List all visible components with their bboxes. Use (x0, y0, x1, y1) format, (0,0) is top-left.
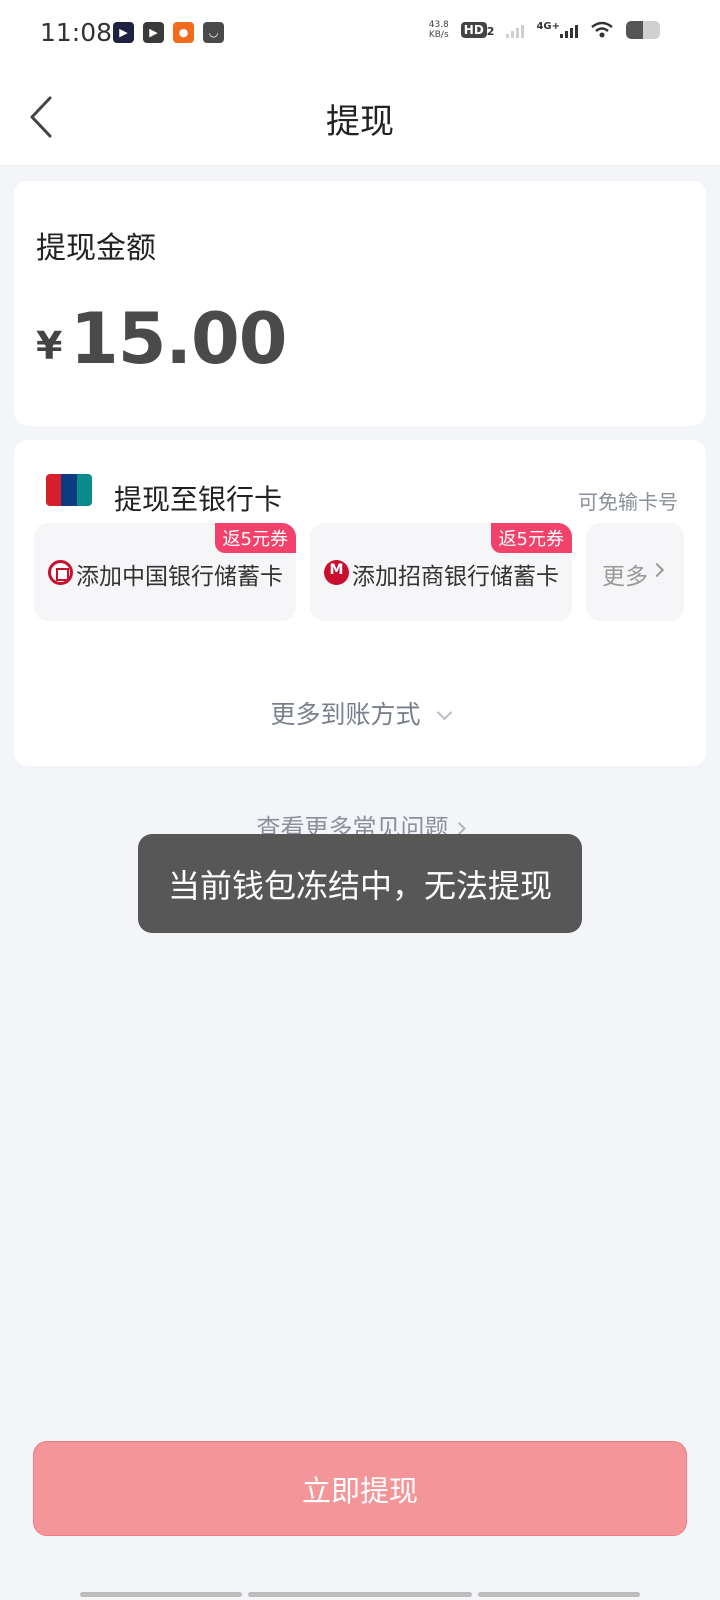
signal-2: 4G+ (536, 21, 578, 38)
shopping-app-icon: ● (173, 22, 194, 43)
gesture-bar-right (478, 1592, 640, 1597)
hd-badge: HD (460, 22, 487, 38)
bank-option-label: 添加中国银行储蓄卡 (76, 564, 283, 590)
tv-app-icon: ▶ (113, 22, 134, 43)
chevron-right-icon (649, 562, 665, 578)
add-cmb-card-button[interactable]: 添加招商银行储蓄卡 返5元券 (310, 523, 572, 621)
chevron-down-icon (436, 704, 452, 721)
amount-card: 提现金额 ¥ 15.00 (14, 181, 706, 426)
unionpay-logo-icon (46, 474, 92, 506)
nav-bar: 提现 (0, 66, 720, 166)
more-methods-toggle[interactable]: 更多到账方式 (14, 695, 706, 731)
video-app-icon: ▶ (143, 22, 164, 43)
currency-symbol: ¥ (36, 324, 63, 368)
withdraw-now-label: 立即提现 (301, 1473, 418, 1508)
cmb-logo-icon (324, 560, 349, 585)
status-time: 11:08 (40, 18, 113, 47)
status-bar: 11:08 ▶ ▶ ● ◡ 43.8 KB/s HD 2 4G+ (0, 0, 720, 66)
status-indicators: 43.8 KB/s HD 2 4G+ (429, 20, 660, 40)
bank-option-label: 添加招商银行储蓄卡 (352, 564, 559, 590)
withdraw-now-button[interactable]: 立即提现 (33, 1441, 687, 1536)
chevron-right-icon (452, 822, 466, 835)
hd-sub: 2 (486, 25, 495, 38)
page-title: 提现 (326, 102, 394, 142)
gesture-bar-left (80, 1592, 242, 1597)
gesture-bar-center (248, 1592, 472, 1597)
hd-indicator: HD 2 (460, 22, 495, 38)
wifi-icon (591, 21, 613, 38)
toast-message: 当前钱包冻结中，无法提现 (167, 866, 552, 905)
bag-app-icon: ◡ (203, 22, 224, 43)
method-title: 提现至银行卡 (114, 483, 283, 516)
more-banks-label: 更多 (602, 564, 648, 590)
toast: 当前钱包冻结中，无法提现 (138, 834, 582, 933)
amount-label: 提现金额 (36, 231, 156, 266)
signal-1-icon (506, 22, 525, 38)
battery-icon (626, 21, 660, 39)
add-boc-card-button[interactable]: 添加中国银行储蓄卡 返5元券 (34, 523, 296, 621)
network-speed-unit: KB/s (428, 30, 449, 40)
signal-2-icon (560, 22, 578, 38)
promo-badge: 返5元券 (214, 523, 296, 553)
amount-value[interactable]: 15.00 (70, 298, 287, 380)
network-type: 4G+ (536, 21, 560, 32)
more-methods-label: 更多到账方式 (270, 700, 421, 729)
network-speed: 43.8 KB/s (429, 20, 449, 40)
network-speed-value: 43.8 (428, 20, 449, 30)
status-app-icons: ▶ ▶ ● ◡ (113, 22, 224, 43)
promo-badge: 返5元券 (490, 523, 572, 553)
more-banks-button[interactable]: 更多 (586, 523, 684, 621)
method-hint: 可免输卡号 (578, 490, 678, 514)
boc-logo-icon (48, 560, 73, 585)
withdraw-method-card: 提现至银行卡 可免输卡号 添加中国银行储蓄卡 返5元券 添加招商银行储蓄卡 返5… (14, 440, 706, 766)
